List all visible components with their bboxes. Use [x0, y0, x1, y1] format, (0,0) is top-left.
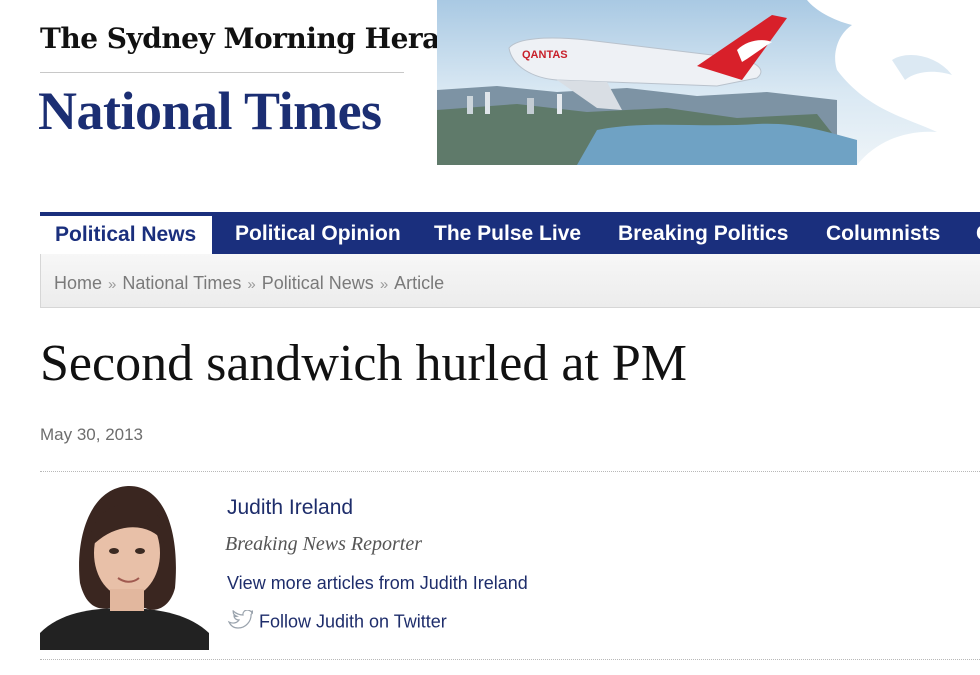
- tab-breaking-politics[interactable]: Breaking Politics: [618, 212, 788, 254]
- twitter-follow-label: Follow Judith on Twitter: [259, 611, 447, 632]
- masthead-divider: [40, 72, 404, 73]
- more-articles-link[interactable]: View more articles from Judith Ireland: [227, 573, 528, 594]
- masthead-top-title[interactable]: The Sydney Morning Herald: [40, 22, 470, 55]
- article-headline: Second sandwich hurled at PM: [40, 335, 688, 392]
- breadcrumb-home[interactable]: Home: [54, 273, 102, 293]
- article-date: May 30, 2013: [40, 425, 144, 444]
- divider: [40, 471, 980, 472]
- breadcrumb: Home » National Times » Political News » Artic…: [40, 254, 980, 308]
- qantas-ad-banner[interactable]: QANTAS: [437, 0, 980, 165]
- tab-political-opinion[interactable]: Political Opinion: [235, 212, 401, 254]
- masthead-section-title[interactable]: National Times: [38, 80, 382, 142]
- breadcrumb-current: Article: [394, 273, 445, 293]
- tab-more-clipped[interactable]: C: [976, 212, 980, 254]
- tab-columnists[interactable]: Columnists: [826, 212, 940, 254]
- twitter-follow-link[interactable]: Follow Judith on Twitter: [227, 609, 447, 635]
- author-avatar[interactable]: [40, 483, 209, 650]
- breadcrumb-separator: »: [247, 276, 256, 293]
- main-navigation: Political News Political Opinion The Pul…: [40, 212, 980, 254]
- author-role: Breaking News Reporter: [225, 533, 423, 555]
- breadcrumb-national-times[interactable]: National Times: [122, 273, 241, 293]
- breadcrumb-separator: »: [108, 276, 117, 293]
- tab-political-news[interactable]: Political News: [40, 216, 213, 254]
- twitter-bird-icon: [227, 609, 255, 635]
- breadcrumb-separator: »: [379, 276, 389, 293]
- divider: [40, 659, 980, 660]
- author-name-link[interactable]: Judith Ireland: [227, 496, 353, 520]
- breadcrumb-political-news[interactable]: Political News: [262, 273, 374, 293]
- tab-the-pulse-live[interactable]: The Pulse Live: [434, 212, 581, 254]
- airline-label: QANTAS: [522, 49, 568, 61]
